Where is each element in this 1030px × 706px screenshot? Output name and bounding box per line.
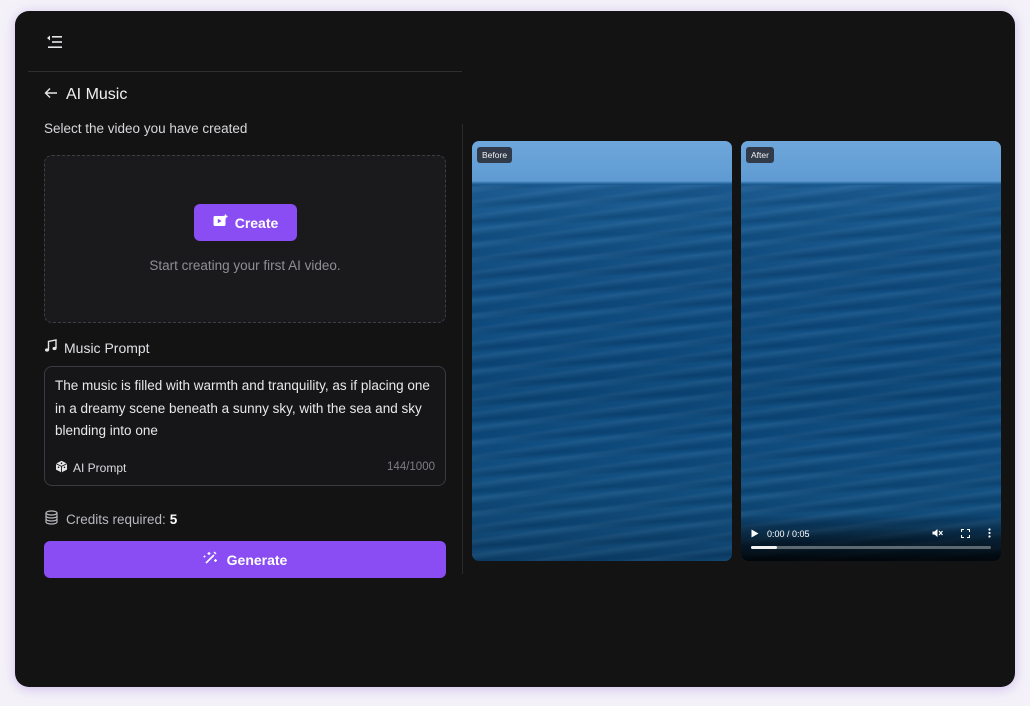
page-title: AI Music — [66, 86, 128, 103]
back-button[interactable]: AI Music — [44, 83, 127, 107]
magic-wand-icon — [203, 550, 219, 569]
music-note-icon — [44, 339, 58, 356]
video-select-label: Select the video you have created — [44, 121, 248, 136]
arrow-left-icon — [44, 86, 58, 104]
video-progress-fill — [751, 546, 778, 549]
credits-label: Credits required: — [66, 511, 166, 527]
music-prompt-text[interactable]: The music is filled with warmth and tran… — [55, 375, 435, 443]
before-preview: Before — [472, 141, 732, 561]
coins-stack-icon — [44, 510, 59, 528]
before-tag: Before — [477, 147, 513, 163]
character-counter: 144/1000 — [387, 461, 435, 473]
create-button-label: Create — [234, 214, 279, 231]
dice-icon — [55, 460, 68, 476]
ocean-image — [741, 185, 1001, 561]
music-prompt-title: Music Prompt — [64, 339, 150, 356]
sidebar-collapse-icon[interactable] — [45, 33, 65, 51]
ai-prompt-label: AI Prompt — [73, 461, 127, 475]
fullscreen-icon[interactable] — [960, 528, 971, 540]
ocean-image — [472, 185, 732, 561]
ai-prompt-button[interactable]: AI Prompt — [55, 460, 126, 476]
app-window: AI Music Select the video you have creat… — [15, 11, 1015, 687]
credits-value: 5 — [169, 511, 178, 527]
video-dropzone[interactable]: Create Start creating your first AI vide… — [44, 155, 446, 323]
music-prompt-textarea[interactable]: The music is filled with warmth and tran… — [44, 366, 446, 486]
video-add-icon — [213, 214, 228, 231]
dropzone-hint: Start creating your first AI video. — [149, 258, 341, 273]
play-icon[interactable] — [751, 529, 759, 540]
create-button[interactable]: Create — [194, 204, 297, 241]
volume-muted-icon[interactable] — [932, 528, 943, 540]
after-tag: After — [746, 147, 774, 163]
video-player-controls: 0:00 / 0:05 — [741, 515, 1001, 561]
generate-button[interactable]: Generate — [44, 541, 446, 578]
video-time: 0:00 / 0:05 — [767, 529, 810, 539]
header-divider — [28, 71, 462, 72]
generate-button-label: Generate — [226, 551, 288, 568]
more-vertical-icon[interactable] — [988, 528, 991, 540]
credits-required: Credits required: 5 — [44, 510, 177, 528]
after-preview[interactable]: After 0:00 / 0:05 — [741, 141, 1001, 561]
panel-divider — [462, 124, 463, 574]
video-progress-bar[interactable] — [751, 546, 991, 549]
music-prompt-label: Music Prompt — [44, 339, 150, 356]
